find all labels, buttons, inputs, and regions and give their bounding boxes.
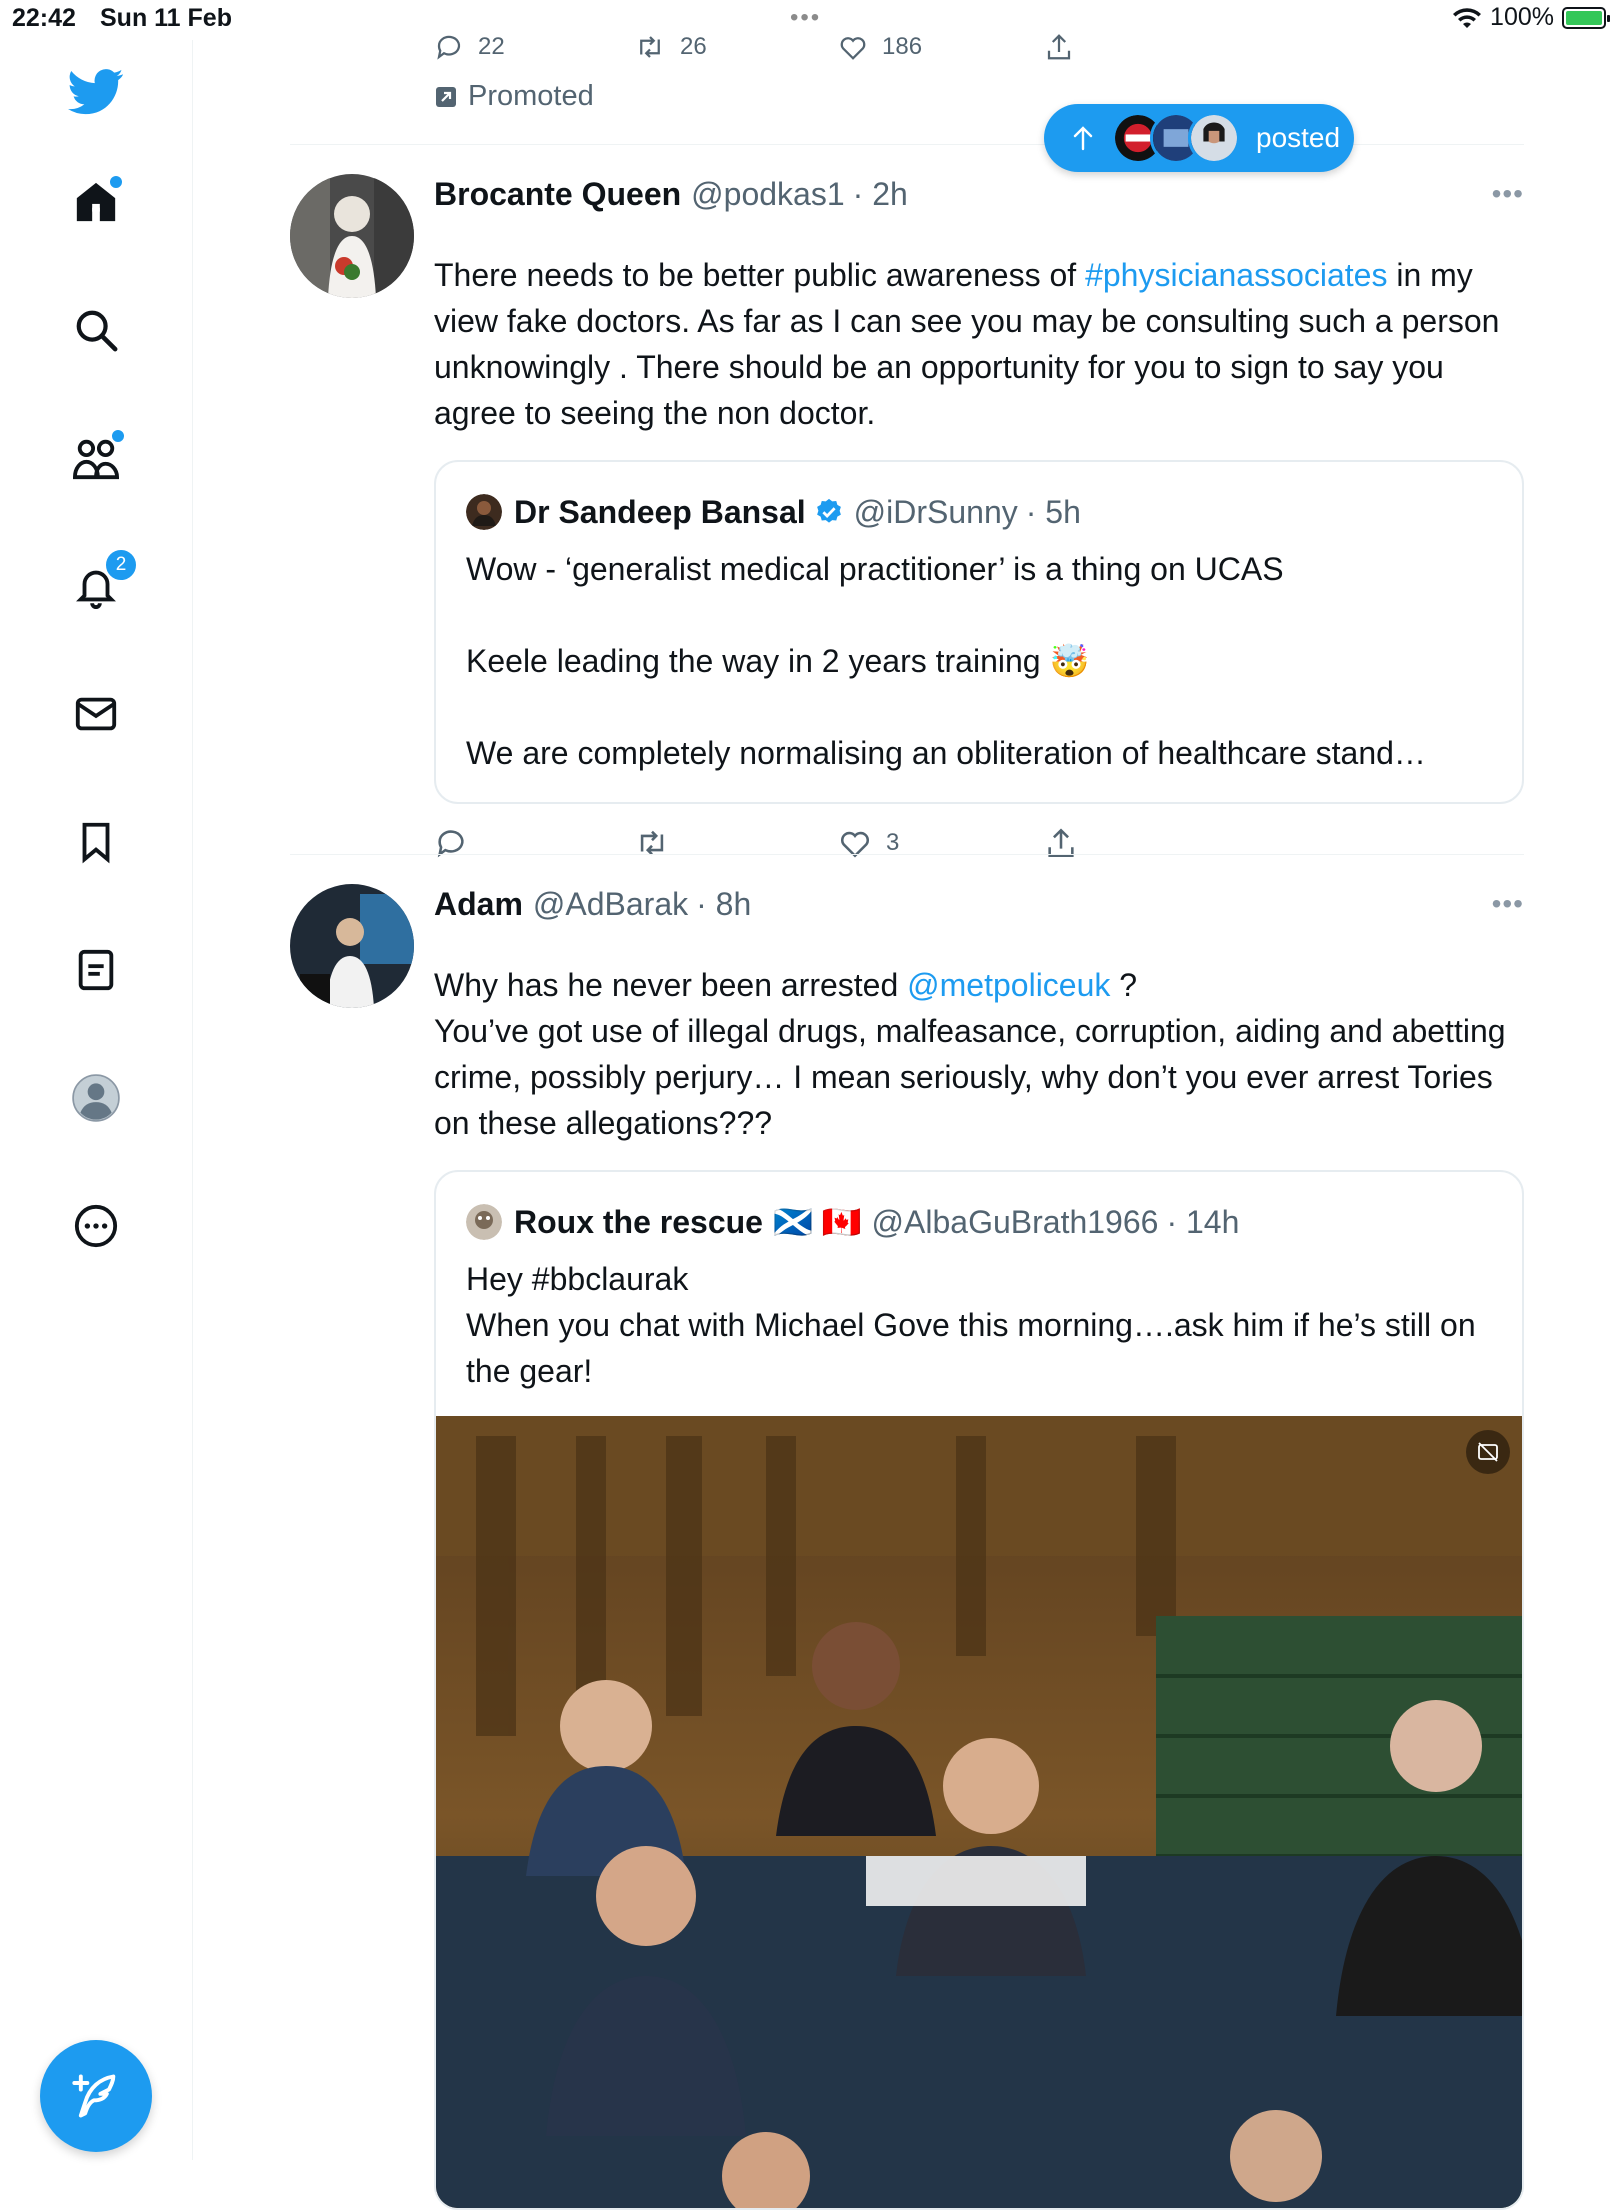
nav-messages[interactable] <box>56 674 136 754</box>
mail-icon <box>75 697 117 731</box>
nav-communities[interactable] <box>56 418 136 498</box>
flags: 🏴󠁧󠁢󠁳󠁣󠁴󠁿 🇨🇦 <box>772 1204 862 1240</box>
quote-author-handle: @AlbaGuBrath1966 <box>871 1203 1159 1240</box>
quote-author-name: Roux the rescue <box>514 1203 763 1240</box>
nav-profile[interactable] <box>56 1058 136 1138</box>
nav-explore[interactable] <box>56 290 136 370</box>
verified-badge-icon <box>816 498 841 523</box>
avatar[interactable] <box>290 884 414 1008</box>
tweet-text-part: There needs to be better public awarenes… <box>434 257 1086 293</box>
quote-header: Roux the rescue 🏴󠁧󠁢󠁳󠁣󠁴󠁿 🇨🇦 @AlbaGuBrath1… <box>466 1200 1239 1244</box>
like-count: 3 <box>886 829 900 856</box>
twitter-logo-icon[interactable] <box>56 52 136 132</box>
tweet-time[interactable]: · 8h <box>696 886 751 923</box>
notification-badge: 2 <box>104 548 138 582</box>
new-posts-label: posted <box>1256 122 1341 153</box>
tweet-time[interactable]: · 2h <box>853 176 908 213</box>
quote-author-handle: @iDrSunny <box>853 493 1018 530</box>
bookmark-icon <box>82 822 110 864</box>
more-options-icon[interactable]: ••• <box>1492 888 1524 920</box>
quote-text: Wow - ‘generalist medical practitioner’ … <box>466 551 1426 771</box>
promoted-tweet-actions: 22 26 186 <box>434 32 1354 72</box>
quote-avatar[interactable] <box>466 1204 502 1240</box>
share-button[interactable] <box>1044 32 1074 62</box>
reply-button[interactable]: 22 <box>434 32 505 62</box>
communities-unread-dot <box>110 428 126 444</box>
new-posts-pill[interactable]: posted <box>1044 104 1354 172</box>
profile-avatar-icon <box>72 1074 120 1122</box>
sidebar-nav: 2 <box>0 40 193 2160</box>
avatar <box>1188 112 1240 164</box>
multitasking-dots[interactable]: ••• <box>790 4 821 32</box>
promoted-arrow-icon <box>436 86 456 107</box>
promoted-text: Promoted <box>468 80 594 112</box>
retweet-count: 26 <box>680 33 707 60</box>
nav-more[interactable] <box>56 1186 136 1266</box>
arrow-up-icon <box>1073 126 1093 151</box>
nav-lists[interactable] <box>56 930 136 1010</box>
retweet-icon <box>640 36 660 58</box>
promoted-label: Promoted <box>434 80 594 113</box>
wifi-icon <box>1453 7 1482 28</box>
author-name[interactable]: Brocante Queen <box>434 176 681 213</box>
quoted-tweet[interactable]: Roux the rescue 🏴󠁧󠁢󠁳󠁣󠁴󠁿 🇨🇦 @AlbaGuBrath1… <box>434 1170 1524 2210</box>
quote-avatar[interactable] <box>466 494 502 530</box>
reply-count: 22 <box>478 33 505 60</box>
mention-link[interactable]: @metpoliceuk <box>907 967 1110 1003</box>
new-posts-avatars <box>1112 112 1240 164</box>
like-button[interactable]: 186 <box>838 32 922 62</box>
quote-text: Hey #bbclaurak When you chat with Michae… <box>466 1261 1476 1389</box>
status-right: 100% <box>1452 3 1610 32</box>
nav-home[interactable] <box>56 162 136 242</box>
tweet-header: Adam @AdBarak · 8h <box>434 884 751 924</box>
tweet-text-part: Why has he never been arrested <box>434 967 908 1003</box>
author-handle[interactable]: @podkas1 <box>691 176 844 213</box>
quote-time: · 5h <box>1025 493 1081 530</box>
nav-bookmarks[interactable] <box>56 802 136 882</box>
author-handle[interactable]: @AdBarak <box>533 886 688 923</box>
sensitive-media-toggle-icon[interactable] <box>1466 1430 1510 1474</box>
quote-author-name: Dr Sandeep Bansal <box>514 493 806 530</box>
quote-header: Dr Sandeep Bansal @iDrSunny · 5h <box>466 490 1081 534</box>
tweet-header: Brocante Queen @podkas1 · 2h <box>434 174 908 214</box>
feather-plus-icon <box>72 2074 116 2118</box>
retweet-button[interactable]: 26 <box>634 32 707 62</box>
battery-percent: 100% <box>1490 3 1554 31</box>
status-time: 22:42 <box>12 4 76 32</box>
more-circle-icon <box>74 1204 118 1248</box>
quote-media-image[interactable] <box>436 1416 1522 2208</box>
tweet-text: There needs to be better public awarenes… <box>434 252 1524 436</box>
tweet-text: Why has he never been arrested @metpolic… <box>434 962 1524 1146</box>
lists-icon <box>78 949 114 991</box>
more-options-icon[interactable]: ••• <box>1492 178 1524 210</box>
quoted-tweet[interactable]: Dr Sandeep Bansal @iDrSunny · 5h Wow - ‘… <box>434 460 1524 804</box>
nav-notifications[interactable]: 2 <box>56 546 138 626</box>
like-count: 186 <box>882 33 923 60</box>
battery-icon <box>1562 6 1610 29</box>
author-name[interactable]: Adam <box>434 886 523 923</box>
heart-icon <box>840 37 866 60</box>
share-icon <box>1047 34 1071 60</box>
tweet-actions: 3 <box>434 826 1334 876</box>
avatar[interactable] <box>290 174 414 298</box>
status-date: Sun 11 Feb <box>100 4 232 32</box>
home-unread-dot <box>108 174 124 190</box>
search-icon <box>76 310 118 352</box>
reply-icon <box>437 35 461 60</box>
quote-time: · 14h <box>1166 1203 1240 1240</box>
compose-tweet-button[interactable] <box>40 2040 152 2152</box>
hashtag-link[interactable]: #physicianassociates <box>1085 257 1387 293</box>
tweet-divider <box>290 854 1524 855</box>
